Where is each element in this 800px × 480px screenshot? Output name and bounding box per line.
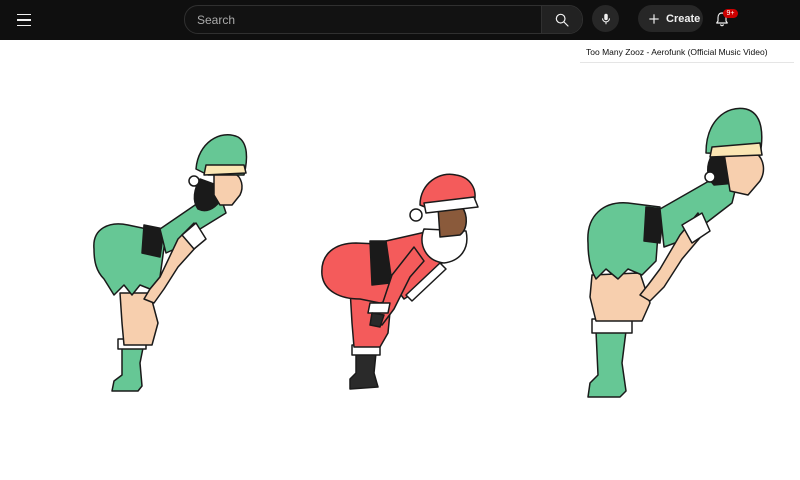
hamburger-menu-icon-line bbox=[17, 19, 31, 21]
search-box bbox=[184, 5, 583, 34]
plus-icon bbox=[649, 13, 659, 24]
hamburger-menu-icon-line bbox=[17, 24, 31, 27]
masthead: Create 9+ bbox=[0, 0, 800, 40]
video-title[interactable]: Too Many Zooz - Aerofunk (Official Music… bbox=[586, 47, 768, 57]
create-button-label: Create bbox=[666, 12, 701, 25]
microphone-icon bbox=[601, 13, 610, 24]
notification-count-badge: 9+ bbox=[723, 9, 738, 18]
voice-search-button[interactable] bbox=[592, 5, 619, 32]
search-input[interactable] bbox=[185, 6, 541, 33]
search-icon bbox=[555, 13, 569, 27]
create-button[interactable]: Create bbox=[638, 5, 703, 32]
guide-menu-button[interactable] bbox=[12, 8, 36, 32]
video-player[interactable] bbox=[0, 63, 800, 480]
search-button[interactable] bbox=[541, 6, 582, 33]
hamburger-menu-icon bbox=[17, 13, 31, 16]
